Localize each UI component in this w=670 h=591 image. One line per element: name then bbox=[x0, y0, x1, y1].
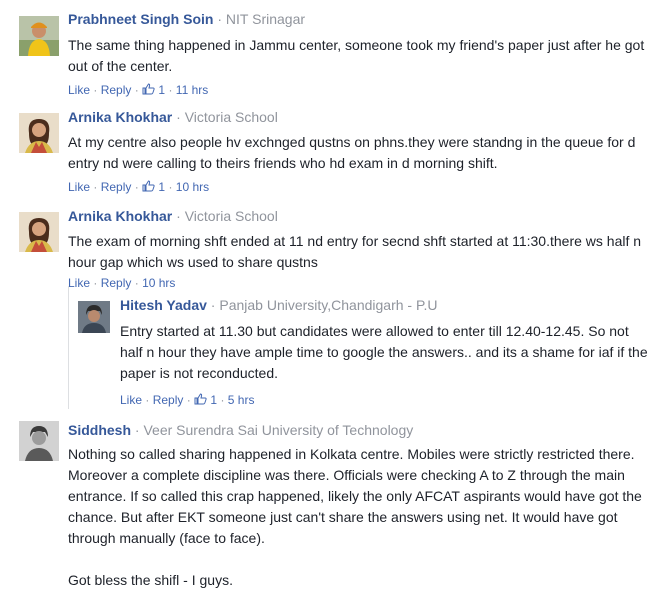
separator-dot: · bbox=[134, 276, 139, 290]
commenter-affiliation[interactable]: Panjab University,Chandigarh - P.U bbox=[219, 297, 437, 313]
comment-line: paper is not reconducted. bbox=[120, 365, 278, 381]
comment-text: At my centre also people hv exchnged qus… bbox=[68, 132, 658, 174]
avatar[interactable] bbox=[78, 301, 110, 333]
separator-dot: · bbox=[186, 393, 191, 407]
comment-timestamp[interactable]: 5 hrs bbox=[228, 393, 255, 407]
separator-dot: · bbox=[176, 109, 181, 125]
separator-dot: · bbox=[93, 276, 98, 290]
like-link[interactable]: Like bbox=[68, 276, 90, 290]
separator-dot: · bbox=[134, 83, 139, 97]
separator-dot: · bbox=[134, 180, 139, 194]
avatar[interactable] bbox=[19, 113, 59, 153]
reply-link[interactable]: Reply bbox=[153, 393, 184, 407]
avatar[interactable] bbox=[19, 212, 59, 252]
reply-thread-line bbox=[68, 286, 69, 409]
comment-text: The exam of morning shft ended at 11 nd … bbox=[68, 231, 658, 273]
commenter-name[interactable]: Hitesh Yadav bbox=[120, 297, 207, 313]
commenter-affiliation[interactable]: NIT Srinagar bbox=[226, 11, 305, 27]
comment-line: hour gap which ws used to share qustns bbox=[68, 254, 318, 270]
commenter-name[interactable]: Arnika Khokhar bbox=[68, 208, 172, 224]
comment-line: Got bless the shifl - I guys. bbox=[68, 572, 233, 588]
comment-text: Entry started at 11.30 but candidates we… bbox=[120, 321, 665, 384]
avatar[interactable] bbox=[19, 16, 59, 56]
commenter-affiliation[interactable]: Veer Surendra Sai University of Technolo… bbox=[143, 422, 413, 438]
separator-dot: · bbox=[93, 180, 98, 194]
like-count[interactable]: 1 bbox=[158, 180, 165, 194]
avatar[interactable] bbox=[19, 421, 59, 461]
separator-dot: · bbox=[210, 297, 216, 313]
reply-link[interactable]: Reply bbox=[101, 180, 132, 194]
separator-dot: · bbox=[220, 393, 225, 407]
like-link[interactable]: Like bbox=[120, 393, 142, 407]
reply-link[interactable]: Reply bbox=[101, 276, 132, 290]
separator-dot: · bbox=[134, 422, 140, 438]
separator-dot: · bbox=[176, 208, 181, 224]
like-count[interactable]: 1 bbox=[158, 83, 165, 97]
commenter-affiliation[interactable]: Victoria School bbox=[185, 109, 278, 125]
commenter-name[interactable]: Arnika Khokhar bbox=[68, 109, 172, 125]
comment-line: through manually (face to face). bbox=[68, 530, 265, 546]
comment-timestamp[interactable]: 10 hrs bbox=[142, 276, 175, 290]
comment-timestamp[interactable]: 11 hrs bbox=[176, 83, 208, 97]
thumbs-up-icon[interactable] bbox=[194, 393, 207, 405]
comment-text: The same thing happened in Jammu center,… bbox=[68, 35, 658, 77]
comment-timestamp[interactable]: 10 hrs bbox=[176, 180, 209, 194]
commenter-affiliation[interactable]: Victoria School bbox=[185, 208, 278, 224]
comment-line: half n hour they have ample time to goog… bbox=[120, 344, 648, 360]
comment-line: Nothing so called sharing happened in Ko… bbox=[68, 446, 635, 462]
comment-line: chance. But after EKT someone just can't… bbox=[68, 509, 618, 525]
comment-line: The same thing happened in Jammu center,… bbox=[68, 37, 645, 53]
reply-link[interactable]: Reply bbox=[101, 83, 132, 97]
thumbs-up-icon[interactable] bbox=[142, 83, 155, 95]
commenter-name[interactable]: Prabhneet Singh Soin bbox=[68, 11, 213, 27]
comment-line: The exam of morning shft ended at 11 nd … bbox=[68, 233, 642, 249]
comment-line: Entry started at 11.30 but candidates we… bbox=[120, 323, 629, 339]
thumbs-up-icon[interactable] bbox=[142, 180, 155, 192]
separator-dot: · bbox=[168, 180, 173, 194]
separator-dot: · bbox=[217, 11, 223, 27]
separator-dot: · bbox=[93, 83, 98, 97]
comment-text: Nothing so called sharing happened in Ko… bbox=[68, 444, 663, 591]
like-link[interactable]: Like bbox=[68, 180, 90, 194]
separator-dot: · bbox=[145, 393, 150, 407]
comment-line bbox=[68, 549, 663, 570]
comment-line: out of the center. bbox=[68, 58, 173, 74]
comment-line: entry nd were calling to theirs friends … bbox=[68, 155, 498, 171]
commenter-name[interactable]: Siddhesh bbox=[68, 422, 131, 438]
comment-line: At my centre also people hv exchnged qus… bbox=[68, 134, 636, 150]
separator-dot: · bbox=[168, 83, 173, 97]
like-link[interactable]: Like bbox=[68, 83, 90, 97]
comment-line: entrance. If so called this crap happene… bbox=[68, 488, 642, 504]
comment-line: Moreover a complete discipline was there… bbox=[68, 467, 625, 483]
like-count[interactable]: 1 bbox=[210, 393, 217, 407]
